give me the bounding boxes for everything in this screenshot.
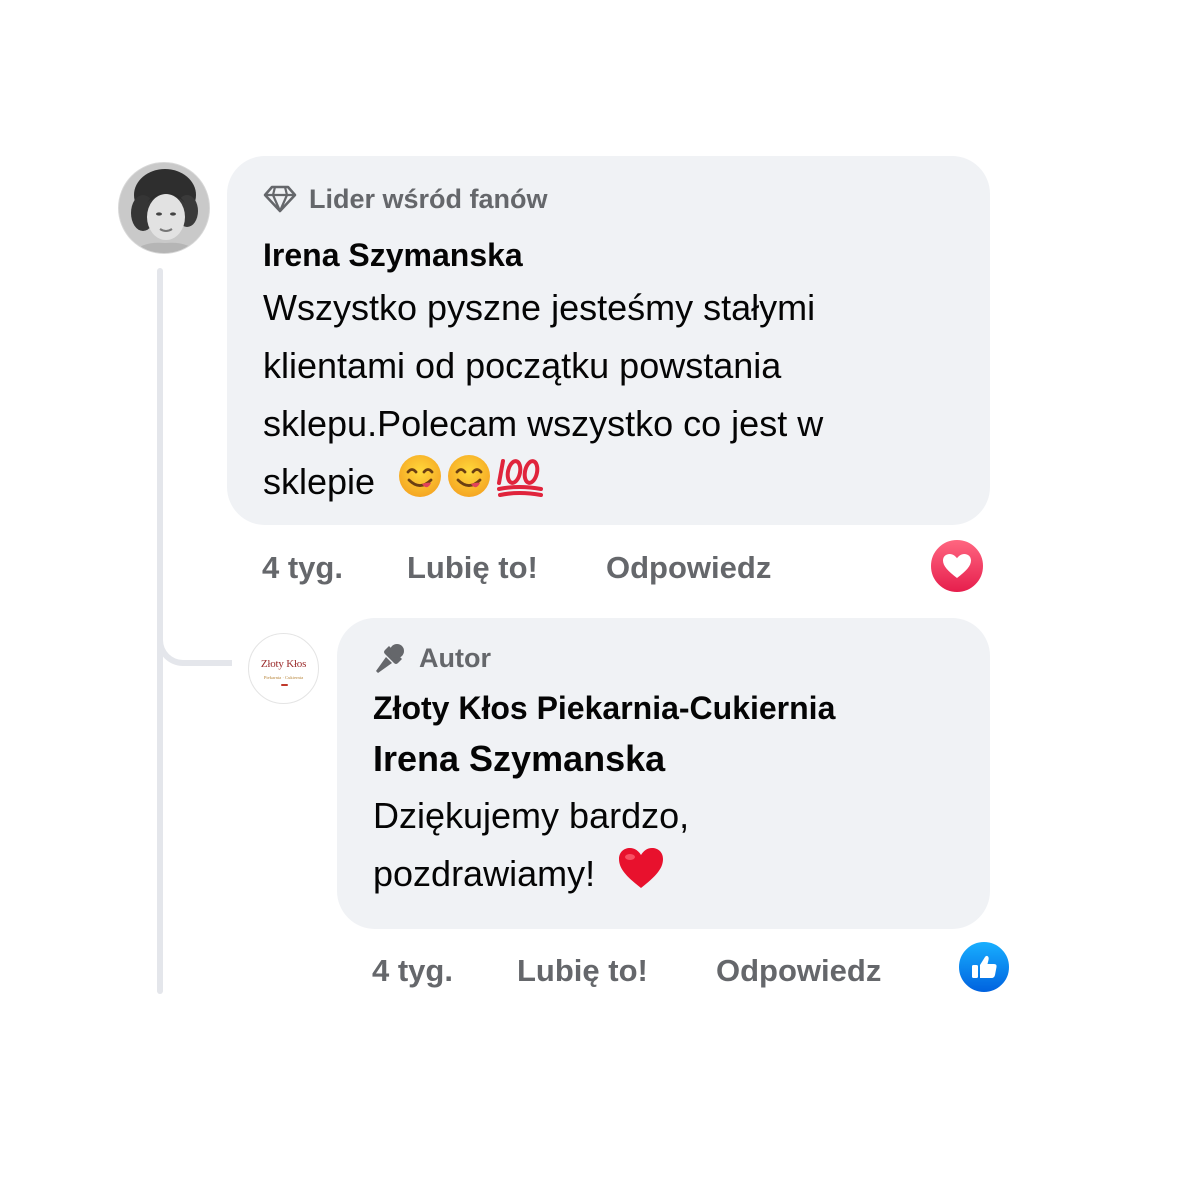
reply-text-line: pozdrawiamy! <box>373 853 596 894</box>
reply-bubble: Autor Złoty Kłos Piekarnia-Cukiernia Ire… <box>337 618 990 929</box>
diamond-icon <box>263 184 297 214</box>
red-heart-emoji <box>617 846 665 907</box>
comment-text-line-last: sklepie <box>263 453 954 516</box>
reply-text-line-last: pozdrawiamy! <box>373 845 954 907</box>
mention-link[interactable]: Irena Szymanska <box>373 731 954 787</box>
logo-accent <box>281 684 288 686</box>
badge-label: Autor <box>419 642 491 673</box>
love-reaction-icon[interactable] <box>928 537 986 595</box>
reply-actions: 4 tyg. Lubię to! Odpowiedz <box>372 951 881 991</box>
yum-emoji <box>446 453 492 516</box>
yum-emoji <box>397 453 443 516</box>
comment-timestamp[interactable]: 4 tyg. <box>262 550 407 586</box>
comment-actions: 4 tyg. Lubię to! Odpowiedz <box>262 548 771 588</box>
comment-author[interactable]: Irena Szymanska <box>263 231 954 279</box>
avatar[interactable] <box>118 162 210 254</box>
like-reaction-icon[interactable] <box>956 939 1012 995</box>
page-logo-avatar[interactable]: Złoty Kłos Piekarnia · Cukiernia <box>248 633 319 704</box>
reply-button[interactable]: Odpowiedz <box>606 550 771 586</box>
comment-text: Wszystko pyszne jesteśmy stałymi klienta… <box>263 279 954 516</box>
hundred-points-emoji <box>495 453 545 516</box>
like-button[interactable]: Lubię to! <box>517 953 716 989</box>
comment-bubble: Lider wśród fanów Irena Szymanska Wszyst… <box>227 156 990 525</box>
fan-badge[interactable]: Lider wśród fanów <box>263 179 954 219</box>
logo-subtext: Piekarnia · Cukiernia <box>263 675 304 680</box>
microphone-icon <box>373 643 407 673</box>
badge-label: Lider wśród fanów <box>309 183 548 214</box>
reply-author[interactable]: Złoty Kłos Piekarnia-Cukiernia <box>373 685 954 731</box>
logo-text: Złoty Kłos <box>260 658 307 670</box>
profile-photo <box>119 163 209 253</box>
comment-text-line: sklepu.Polecam wszystko co jest w <box>263 403 824 444</box>
reply-text: Dziękujemy bardzo, pozdrawiamy! <box>373 787 954 907</box>
reply-text-line: Dziękujemy bardzo, <box>373 795 690 836</box>
reply-timestamp[interactable]: 4 tyg. <box>372 953 517 989</box>
author-badge[interactable]: Autor <box>373 638 954 678</box>
reply-button[interactable]: Odpowiedz <box>716 953 881 989</box>
reply-connector <box>157 600 232 666</box>
comment-text-line: klientami od początku powstania <box>263 345 782 386</box>
comment-text-line: sklepie <box>263 461 376 503</box>
like-button[interactable]: Lubię to! <box>407 550 606 586</box>
comment-text-line: Wszystko pyszne jesteśmy stałymi <box>263 287 816 328</box>
